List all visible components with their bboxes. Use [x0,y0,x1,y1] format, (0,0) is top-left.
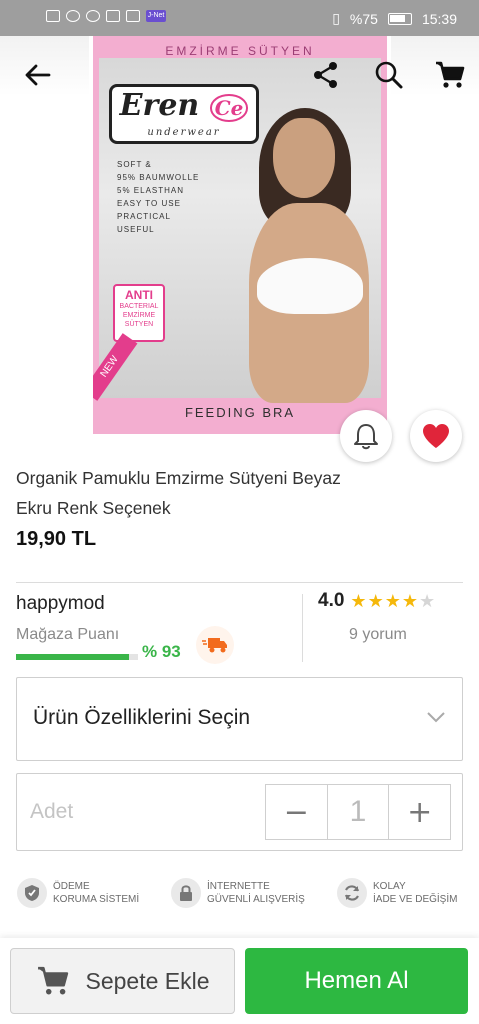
trust-item-payment: ÖDEME KORUMA SİSTEMİ [17,878,139,908]
wifi-icon [66,10,80,22]
feature-item: 5% ELASTHAN [117,186,185,195]
fast-delivery-badge [196,626,234,664]
package-panel: Eren Ce underwear SOFT & 95% BAUMWOLLE 5… [99,58,381,403]
feature-item: EASY TO USE [117,199,181,208]
battery-icon [387,12,412,25]
quantity-label: Adet [30,800,74,823]
arrow-left-icon [25,64,51,86]
select-label: Ürün Özelliklerini Seçin [33,706,251,729]
feature-item: SOFT & [117,160,152,169]
star-filled-icon: ★ [350,591,367,611]
badge-line: SÜTYEN [124,321,154,328]
quantity-value: 1 [349,795,367,828]
app-tag-icon: J-Net [146,10,166,22]
seller-name[interactable]: happymod [16,593,105,615]
trust-line: İADE VE DEĞİŞİM [373,894,458,905]
share-icon [314,62,337,88]
mail-icon [106,10,120,22]
product-title: Organik Pamuklu Emzirme Sütyeni Beyaz Ek… [16,463,416,523]
rating-value: 4.0 [318,590,345,611]
cart-icon [38,966,69,995]
favorite-button[interactable] [410,410,462,462]
minus-icon: − [283,794,309,830]
chevron-down-icon [426,710,446,728]
decrement-button[interactable]: − [266,785,327,839]
back-button[interactable] [24,63,52,87]
search-button[interactable] [374,60,404,90]
product-options-select[interactable]: Ürün Özelliklerini Seçin [16,677,463,761]
lock-icon [171,878,201,908]
vibrate-icon: ▯ [332,10,340,26]
star-filled-icon: ★ [401,591,418,611]
quantity-stepper: − 1 + [265,784,451,840]
divider [302,594,303,662]
rating-summary[interactable]: 4.0 ★ ★ ★ ★ ★ [318,590,435,612]
trust-item-return: KOLAY İADE VE DEĞİŞİM [337,878,457,908]
status-bar: J-Net ▯ %75 15:39 [0,0,479,36]
plus-icon: + [407,794,433,830]
trust-line: KOLAY [373,881,406,892]
image-icon [126,10,140,22]
search-icon [375,61,403,89]
shield-check-icon [17,878,47,908]
review-count[interactable]: 9 yorum [349,626,407,644]
system-indicators: ▯ %75 15:39 [332,10,457,27]
buy-now-label: Hemen Al [304,967,409,994]
trust-item-secure: İNTERNETTE GÜVENLİ ALIŞVERİŞ [171,878,305,908]
feature-list: SOFT & 95% BAUMWOLLE 5% ELASTHAN EASY TO… [117,158,199,236]
whatsapp-icon [86,10,100,22]
product-photo[interactable]: EMZİRME SÜTYEN Eren Ce underwear SOFT & … [89,36,391,434]
signal-icon [46,10,60,22]
feature-item: USEFUL [117,225,155,234]
quantity-value-field[interactable]: 1 [326,785,389,839]
star-empty-icon: ★ [418,591,436,611]
product-price: 19,90 TL [16,528,97,550]
divider [16,582,463,583]
badge-title: ANTI [125,288,153,302]
product-image-area[interactable]: EMZİRME SÜTYEN Eren Ce underwear SOFT & … [0,36,479,436]
notification-icons: J-Net [46,10,166,22]
feature-item: 95% BAUMWOLLE [117,173,200,182]
model-figure [229,108,387,408]
badge-line: BACTERIAL [119,303,159,310]
bottom-action-bar: Sepete Ekle Hemen Al [0,938,479,1024]
battery-percent: %75 [349,10,378,27]
rating-stars: ★ ★ ★ ★ ★ [350,591,435,611]
store-score-bar [16,654,138,660]
buy-now-button[interactable]: Hemen Al [245,948,468,1014]
product-title-line: Ekru Renk Seçenek [16,498,171,518]
anti-bacterial-badge: ANTI BACTERIAL EMZİRME SÜTYEN [113,284,165,342]
package-top-text: EMZİRME SÜTYEN [165,44,315,58]
brand-name: Eren [119,88,200,123]
refresh-icon [337,878,367,908]
trust-line: KORUMA SİSTEMİ [53,894,140,905]
increment-button[interactable]: + [388,785,450,839]
store-score-value: % 93 [142,642,181,661]
heart-icon [423,424,449,448]
star-filled-icon: ★ [384,591,401,611]
bell-icon [354,424,378,450]
cart-icon [436,61,465,88]
badge-line: EMZİRME [122,312,156,319]
clock: 15:39 [421,10,457,27]
product-title-line: Organik Pamuklu Emzirme Sütyeni Beyaz [16,468,341,488]
quantity-row: Adet − 1 + [16,773,463,851]
share-button[interactable] [311,60,341,90]
store-score-fill [16,654,130,660]
trust-line: ÖDEME [53,881,90,892]
fast-delivery-icon [202,638,227,653]
add-to-cart-button[interactable]: Sepete Ekle [10,948,235,1014]
package-bottom-text: FEEDING BRA [184,405,296,420]
trust-line: GÜVENLİ ALIŞVERİŞ [207,894,305,905]
add-to-cart-label: Sepete Ekle [85,967,210,994]
cart-button[interactable] [435,60,465,90]
feature-item: PRACTICAL [117,212,171,221]
trust-line: İNTERNETTE [207,881,270,892]
notify-button[interactable] [340,410,392,462]
store-score-label: Mağaza Puanı [16,626,120,643]
star-filled-icon: ★ [367,591,384,611]
